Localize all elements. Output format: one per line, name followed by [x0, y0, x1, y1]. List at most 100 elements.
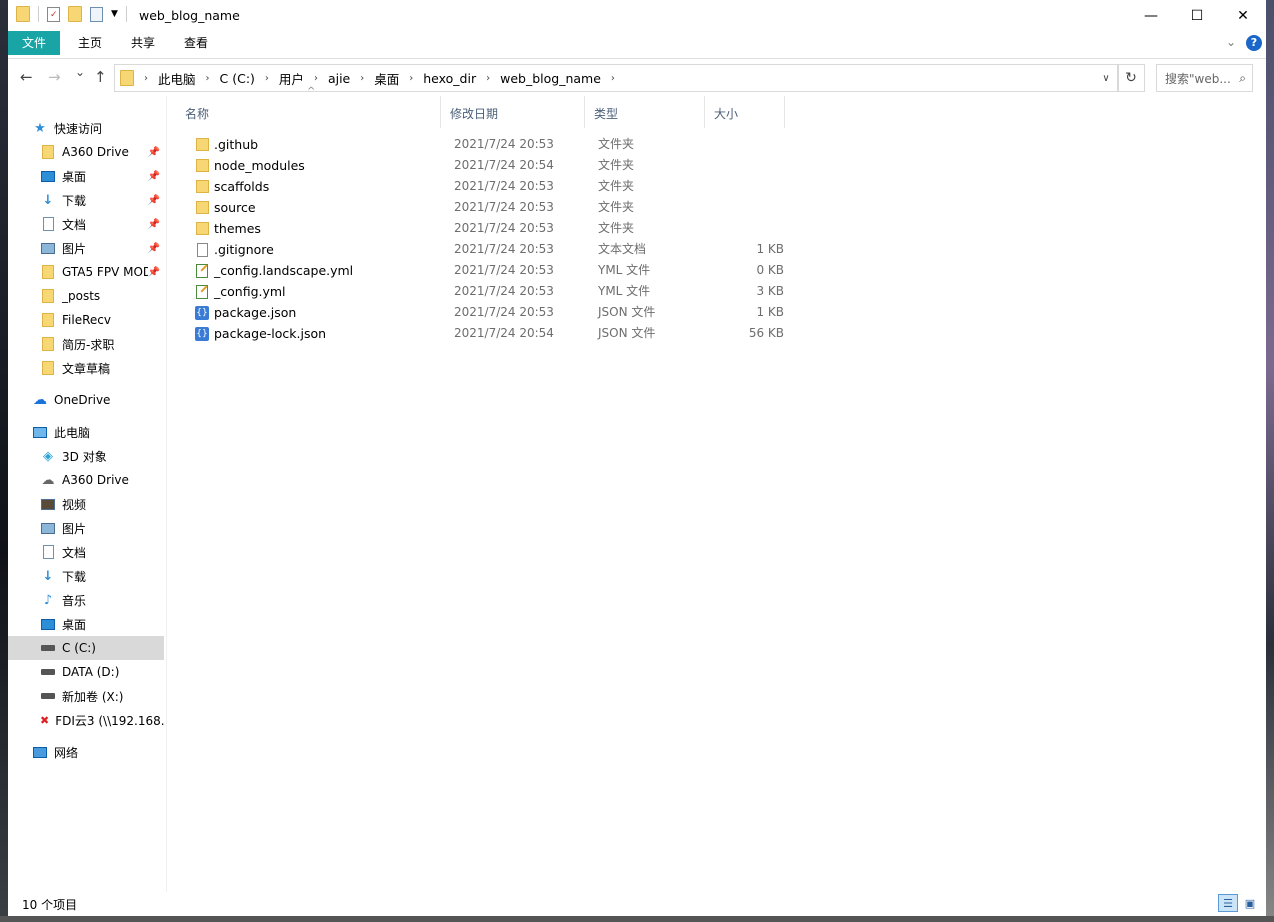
forward-button[interactable]: →: [48, 68, 61, 86]
file-row-gitignore[interactable]: .gitignore 2021/7/24 20:53 文本文档 1 KB: [176, 239, 796, 260]
file-row-source[interactable]: source 2021/7/24 20:53 文件夹: [176, 197, 796, 218]
sidebar-item-label: OneDrive: [54, 393, 111, 407]
recent-locations-button[interactable]: ⌄: [75, 65, 85, 79]
file-name: source: [214, 200, 256, 215]
file-row-themes[interactable]: themes 2021/7/24 20:53 文件夹: [176, 218, 796, 239]
sidebar-item-x-drive[interactable]: 新加卷 (X:): [40, 684, 164, 708]
quick-access-toolbar: ✓ ▼: [16, 6, 127, 22]
sidebar-item-documents[interactable]: 文档 📌: [40, 212, 164, 236]
column-header-size[interactable]: 大小: [705, 96, 785, 128]
search-input[interactable]: 搜索"web... ⌕: [1156, 64, 1253, 92]
sidebar-item-posts[interactable]: _posts: [40, 284, 164, 308]
sidebar-this-pc[interactable]: 此电脑: [32, 420, 166, 444]
tab-view[interactable]: 查看: [170, 31, 222, 55]
breadcrumb-ajie[interactable]: ajie: [328, 71, 350, 86]
pin-icon: 📌: [147, 146, 160, 158]
minimize-button[interactable]: —: [1128, 0, 1174, 31]
file-row-node-modules[interactable]: node_modules 2021/7/24 20:54 文件夹: [176, 155, 796, 176]
breadcrumb-separator-icon[interactable]: ›: [265, 73, 269, 84]
sidebar-quick-access[interactable]: ★ 快速访问: [32, 116, 166, 140]
sidebar-item-network-drive[interactable]: ✖ FDI云3 (\\192.168.: [40, 708, 164, 732]
breadcrumb-desktop[interactable]: 桌面: [374, 69, 399, 88]
new-folder-icon[interactable]: [68, 6, 82, 22]
search-icon[interactable]: ⌕: [1239, 71, 1246, 86]
column-header-date[interactable]: 修改日期: [441, 96, 585, 128]
sidebar-item-resume[interactable]: 简历-求职: [40, 332, 164, 356]
address-bar[interactable]: › 此电脑 › C (C:) › 用户 › ajie › 桌面 › hexo_d…: [114, 64, 1119, 92]
file-row-config[interactable]: _config.yml 2021/7/24 20:53 YML 文件 3 KB: [176, 281, 796, 302]
sidebar-item-music[interactable]: ♪ 音乐: [40, 588, 164, 612]
breadcrumb-users[interactable]: 用户: [279, 69, 304, 88]
help-icon[interactable]: ?: [1246, 35, 1262, 51]
breadcrumb-web-blog-name[interactable]: web_blog_name: [500, 71, 601, 86]
sidebar-item-desktop-pc[interactable]: 桌面: [40, 612, 164, 636]
new-item-icon[interactable]: [90, 6, 103, 22]
breadcrumb-separator-icon[interactable]: ›: [486, 73, 490, 84]
breadcrumb-this-pc[interactable]: 此电脑: [158, 69, 196, 88]
breadcrumb-c-drive[interactable]: C (C:): [220, 71, 255, 86]
network-icon: [32, 744, 48, 760]
sidebar-item-desktop[interactable]: 桌面 📌: [40, 164, 164, 188]
sidebar-item-pictures-pc[interactable]: 图片: [40, 516, 164, 540]
sidebar-item-documents-pc[interactable]: 文档: [40, 540, 164, 564]
breadcrumb-separator-icon[interactable]: ›: [409, 73, 413, 84]
sidebar-item-drafts[interactable]: 文章草稿: [40, 356, 164, 380]
breadcrumb-hexo-dir[interactable]: hexo_dir: [423, 71, 476, 86]
customize-toolbar-chevron-icon[interactable]: ▼: [111, 9, 118, 19]
address-history-dropdown[interactable]: ∨: [1093, 65, 1118, 91]
breadcrumb-separator-icon[interactable]: ›: [360, 73, 364, 84]
sidebar-item-3d-objects[interactable]: ◈ 3D 对象: [40, 444, 164, 468]
sidebar-item-a360-drive[interactable]: A360 Drive 📌: [40, 140, 164, 164]
json-file-icon: {}: [195, 305, 209, 320]
sidebar-onedrive[interactable]: ☁ OneDrive: [32, 388, 166, 412]
sidebar-item-c-drive[interactable]: C (C:): [8, 636, 164, 660]
folder-icon: [40, 336, 56, 352]
file-row-github[interactable]: .github 2021/7/24 20:53 文件夹: [176, 134, 796, 155]
sidebar-item-label: 下载: [62, 569, 87, 584]
pictures-icon: [40, 520, 56, 536]
sidebar-item-label: 文章草稿: [62, 361, 111, 376]
pin-icon: 📌: [147, 266, 160, 278]
file-row-package-json[interactable]: {} package.json 2021/7/24 20:53 JSON 文件 …: [176, 302, 796, 323]
sidebar-item-downloads-pc[interactable]: ↓ 下载: [40, 564, 164, 588]
file-type: 文件夹: [598, 200, 635, 214]
file-size: 3 KB: [756, 284, 784, 298]
breadcrumb-separator-icon[interactable]: ›: [611, 73, 615, 84]
column-header-type[interactable]: 类型: [585, 96, 705, 128]
desktop-icon: [40, 616, 56, 632]
sidebar-item-gta5-fpv-mod[interactable]: GTA5 FPV MOD 📌: [40, 260, 164, 284]
sidebar-item-label: 3D 对象: [62, 449, 107, 464]
breadcrumb-separator-icon[interactable]: ›: [314, 73, 318, 84]
sidebar-item-a360-drive-pc[interactable]: ☁ A360 Drive: [40, 468, 164, 492]
up-button[interactable]: ↑: [94, 68, 107, 86]
back-button[interactable]: ←: [20, 68, 33, 86]
sidebar-network[interactable]: 网络: [32, 740, 166, 764]
details-view-button[interactable]: ☰: [1218, 894, 1238, 912]
sidebar-item-filerecv[interactable]: FileRecv: [40, 308, 164, 332]
folder-icon: [195, 200, 209, 215]
sidebar-item-label: 此电脑: [54, 425, 91, 440]
file-type: 文本文档: [598, 242, 647, 256]
breadcrumb-separator-icon[interactable]: ›: [144, 73, 148, 84]
breadcrumb-separator-icon[interactable]: ›: [206, 73, 210, 84]
maximize-button[interactable]: ☐: [1174, 0, 1220, 31]
large-icons-view-button[interactable]: ▣: [1240, 894, 1260, 912]
sidebar-item-videos[interactable]: 视频: [40, 492, 164, 516]
file-row-package-lock-json[interactable]: {} package-lock.json 2021/7/24 20:54 JSO…: [176, 323, 796, 344]
file-row-config-landscape[interactable]: _config.landscape.yml 2021/7/24 20:53 YM…: [176, 260, 796, 281]
column-header-name[interactable]: 名称: [176, 96, 441, 128]
expand-ribbon-chevron-icon[interactable]: ⌄: [1226, 35, 1236, 49]
sidebar-item-d-drive[interactable]: DATA (D:): [40, 660, 164, 684]
file-name: .github: [214, 137, 259, 152]
tab-home[interactable]: 主页: [64, 31, 116, 55]
sidebar-item-downloads[interactable]: ↓ 下载 📌: [40, 188, 164, 212]
close-button[interactable]: ✕: [1220, 0, 1266, 31]
sidebar-item-pictures[interactable]: 图片 📌: [40, 236, 164, 260]
tab-share[interactable]: 共享: [117, 31, 169, 55]
folder-icon: [40, 312, 56, 328]
tab-file[interactable]: 文件: [8, 31, 61, 55]
properties-icon[interactable]: ✓: [47, 6, 60, 22]
file-row-scaffolds[interactable]: scaffolds 2021/7/24 20:53 文件夹: [176, 176, 796, 197]
pane-splitter[interactable]: [166, 96, 167, 892]
refresh-button[interactable]: ↻: [1117, 64, 1145, 92]
